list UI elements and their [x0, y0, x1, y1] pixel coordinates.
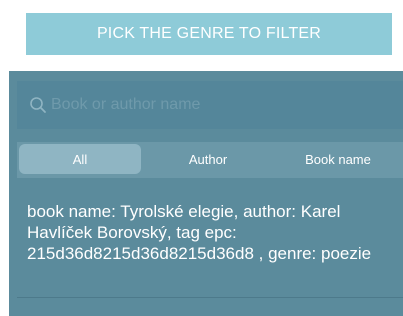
search-scope-tabs: All Author Book name: [17, 142, 403, 178]
list-divider: [17, 297, 403, 298]
tab-author[interactable]: Author: [147, 144, 269, 174]
search-icon: [30, 97, 46, 113]
pick-genre-button[interactable]: PICK THE GENRE TO FILTER: [26, 13, 392, 55]
search-bar: [17, 81, 403, 129]
search-input[interactable]: [51, 94, 391, 116]
book-search-panel: All Author Book name book name: Tyrolské…: [9, 71, 403, 316]
tab-all[interactable]: All: [19, 144, 141, 174]
tab-book-name[interactable]: Book name: [275, 144, 401, 174]
list-item[interactable]: book name: Tyrolské elegie, author: Kare…: [27, 201, 397, 264]
